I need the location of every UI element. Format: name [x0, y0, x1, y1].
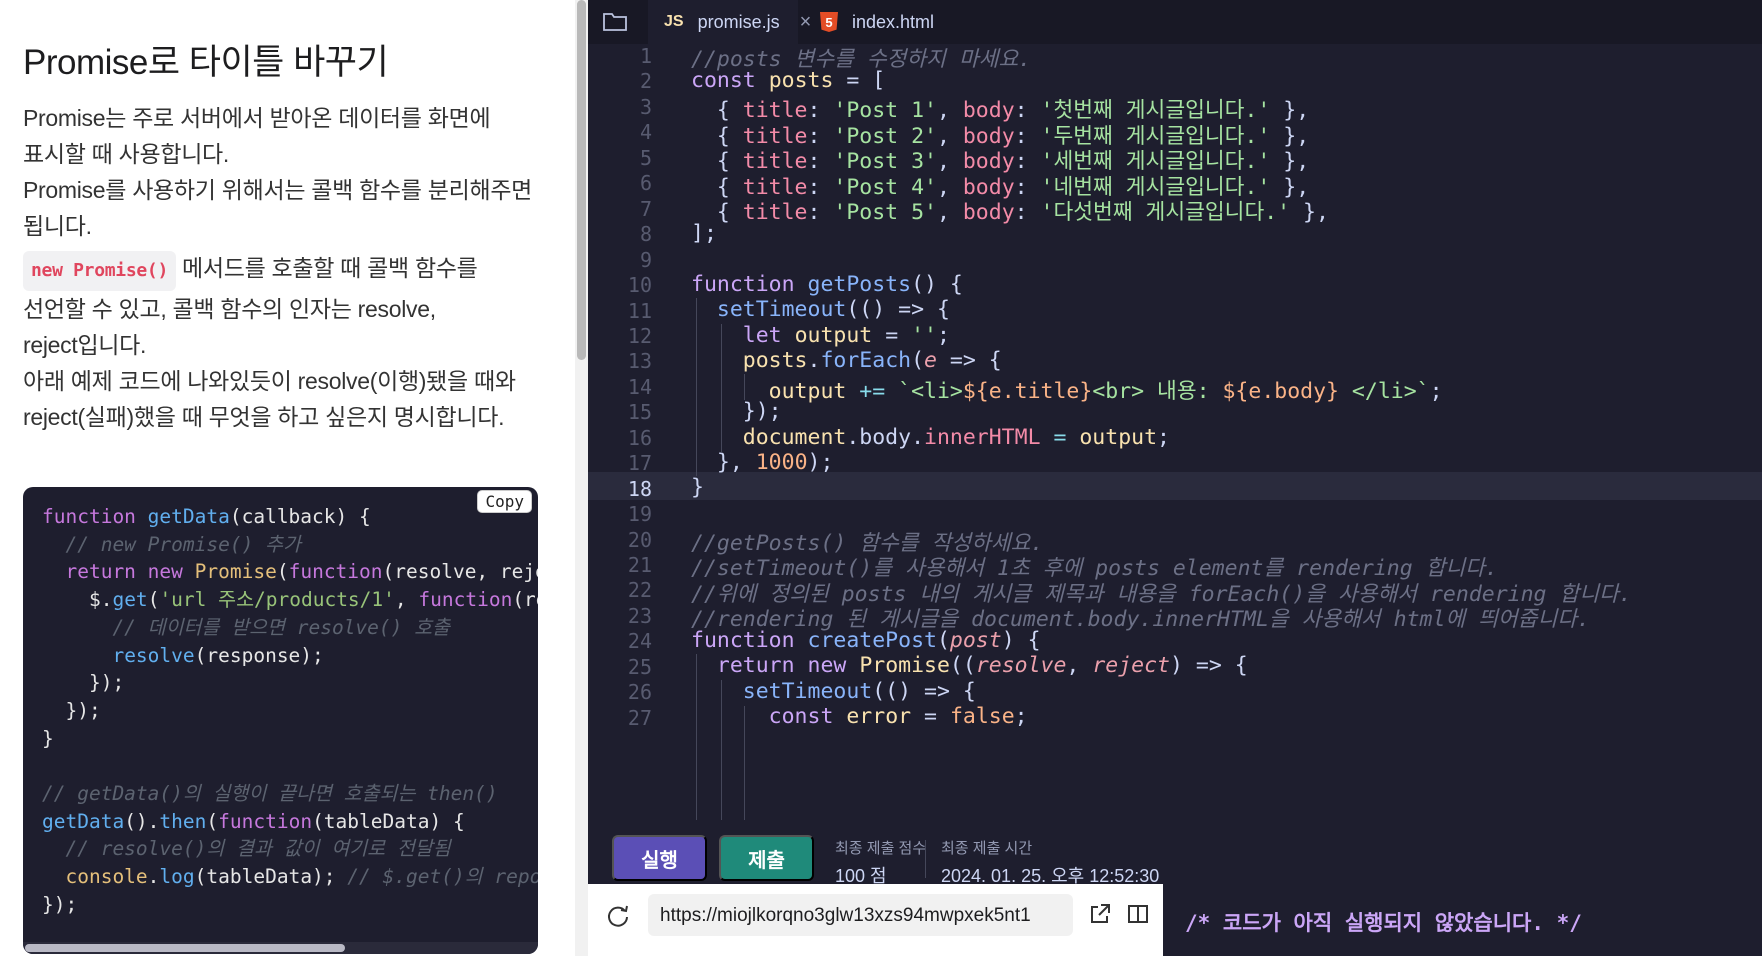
run-button[interactable]: 실행	[612, 835, 707, 881]
line-number: 10	[627, 273, 652, 298]
code-editor[interactable]: 1 2 3 4 5 6 7 8 9 10 11 12 13 14 15 16 17 18 19 20 21 22 23 24 2…	[588, 44, 1762, 820]
line-number: 15	[627, 400, 652, 425]
code-line: output += `<li>${e.title}<br> 내용: ${e.bo…	[768, 379, 1443, 404]
promise-line: 선언할 수 있고, 콜백 함수의 인자는 resolve,	[23, 296, 436, 322]
promise-paragraph: new Promise() 메서드를 호출할 때 콜백 함수를 선언할 수 있고,…	[23, 250, 543, 435]
code-line: return new Promise((resolve, reject) => …	[716, 653, 1248, 678]
line-number: 3	[639, 94, 652, 119]
intro-line: Promise를 사용하기 위해서는 콜백 함수를 분리해주면	[23, 177, 533, 203]
line-number: 14	[627, 374, 652, 399]
line-number: 23	[627, 603, 652, 628]
external-link-icon[interactable]	[1088, 902, 1112, 926]
scrollbar-thumb[interactable]	[577, 0, 586, 360]
final-score-label: 최종 제출 점수	[835, 840, 927, 857]
final-time-label: 최종 제출 시간	[941, 840, 1033, 857]
line-number: 25	[627, 654, 652, 679]
promise-line: reject(실패)했을 때 무엇을 하고 싶은지 명시합니다.	[23, 404, 505, 430]
code-line: function createPost(post) {	[691, 628, 1041, 653]
page-title: Promise로 타이틀 바꾸기	[23, 43, 389, 82]
js-file-icon: JS	[664, 13, 684, 30]
instruction-panel: Promise로 타이틀 바꾸기 Promise는 주로 서버에서 받아온 데이…	[0, 0, 575, 956]
action-bar: 실행 제출 최종 제출 점수 100 점 최종 제출 시간 2024. 01. …	[588, 820, 1762, 886]
line-number: 9	[639, 247, 652, 272]
example-horizontal-scrollbar[interactable]	[23, 942, 538, 954]
intro-line: Promise는 주로 서버에서 받아온 데이터를 화면에	[23, 105, 491, 131]
scrollbar-thumb[interactable]	[25, 944, 345, 952]
inline-code-chip: new Promise()	[23, 251, 176, 291]
line-number: 5	[639, 145, 652, 170]
code-line: });	[742, 399, 782, 424]
tab-label: promise.js	[697, 11, 780, 32]
intro-line: 표시할 때 사용합니다.	[23, 141, 230, 167]
tab-promise-js[interactable]: JS promise.js ×	[648, 0, 811, 44]
code-line: const error = false;	[768, 704, 1028, 729]
code-line: }, 1000);	[716, 450, 834, 475]
example-code: function getData(callback) { // new Prom…	[42, 505, 538, 916]
preview-output: /* 코드가 아직 실행되지 않았습니다. */	[1163, 884, 1762, 956]
tab-index-html[interactable]: 5 index.html	[808, 0, 968, 44]
line-number: 4	[639, 120, 652, 145]
final-submit-time: 최종 제출 시간 2024. 01. 25. 오후 12:52:30	[941, 837, 1159, 888]
line-number: 12	[627, 323, 652, 348]
promise-line: 아래 예제 코드에 나와있듯이 resolve(이행)됐을 때와	[23, 368, 516, 394]
final-score: 최종 제출 점수 100 점	[835, 837, 926, 888]
preview-bar: https://miojlkorqno3glw13xzs94mwpxek5nt1…	[588, 884, 1762, 956]
line-number: 21	[627, 553, 652, 577]
code-line: { title: 'Post 5', body: '다섯번째 게시글입니다.' …	[691, 200, 1329, 225]
line-number: 13	[627, 349, 652, 374]
code-line: ];	[691, 221, 717, 246]
line-number: 26	[627, 680, 652, 705]
editor-panel: JS promise.js × 5 index.html 1 2 3 4 5 6 7 8 9 10…	[588, 0, 1762, 956]
preview-output-text: /* 코드가 아직 실행되지 않았습니다. */	[1185, 911, 1582, 935]
line-number: 6	[639, 171, 652, 196]
html5-icon: 5	[820, 12, 838, 32]
code-line: setTimeout(() => {	[742, 679, 976, 704]
intro-line: 됩니다.	[23, 213, 92, 239]
line-number: 8	[639, 222, 652, 247]
code-line: setTimeout(() => {	[716, 297, 950, 322]
folder-icon[interactable]	[602, 10, 628, 32]
code-line: document.body.innerHTML = output;	[742, 425, 1170, 450]
line-number: 20	[627, 527, 652, 552]
promise-line: new Promise() 메서드를 호출할 때 콜백 함수를	[23, 250, 543, 291]
code-line: let output = '';	[742, 323, 950, 348]
tab-label: index.html	[852, 11, 935, 32]
line-number: 24	[627, 629, 652, 654]
code-line: function getPosts() {	[691, 272, 963, 297]
line-number: 7	[639, 196, 652, 221]
line-number: 16	[627, 425, 652, 450]
refresh-icon[interactable]	[604, 902, 632, 930]
line-number: 19	[627, 502, 652, 527]
file-tab-bar: JS promise.js × 5 index.html	[588, 0, 1762, 44]
line-number: 18	[627, 476, 652, 501]
promise-line-text: 메서드를 호출할 때 콜백 함수를	[181, 255, 478, 281]
promise-line: reject입니다.	[23, 332, 147, 358]
line-number: 2	[639, 69, 652, 94]
code-line: posts.forEach(e => {	[742, 348, 1002, 373]
line-number: 1	[639, 44, 652, 68]
example-code-block: Copy function getData(callback) { // new…	[23, 487, 538, 954]
left-panel-scrollbar[interactable]	[575, 0, 588, 956]
divider	[925, 840, 926, 878]
line-number: 22	[627, 578, 652, 603]
preview-url-field[interactable]: https://miojlkorqno3glw13xzs94mwpxek5nt1	[648, 894, 1073, 936]
submit-button[interactable]: 제출	[719, 835, 814, 881]
code-line: }	[691, 475, 704, 500]
intro-paragraph: Promise는 주로 서버에서 받아온 데이터를 화면에 표시할 때 사용합니…	[23, 100, 543, 244]
code-line: const posts = [	[691, 68, 886, 93]
split-view-icon[interactable]	[1126, 902, 1150, 926]
line-number: 11	[627, 298, 652, 323]
line-number: 27	[627, 705, 652, 730]
current-line-highlight	[588, 472, 1762, 500]
line-number: 17	[627, 451, 652, 476]
